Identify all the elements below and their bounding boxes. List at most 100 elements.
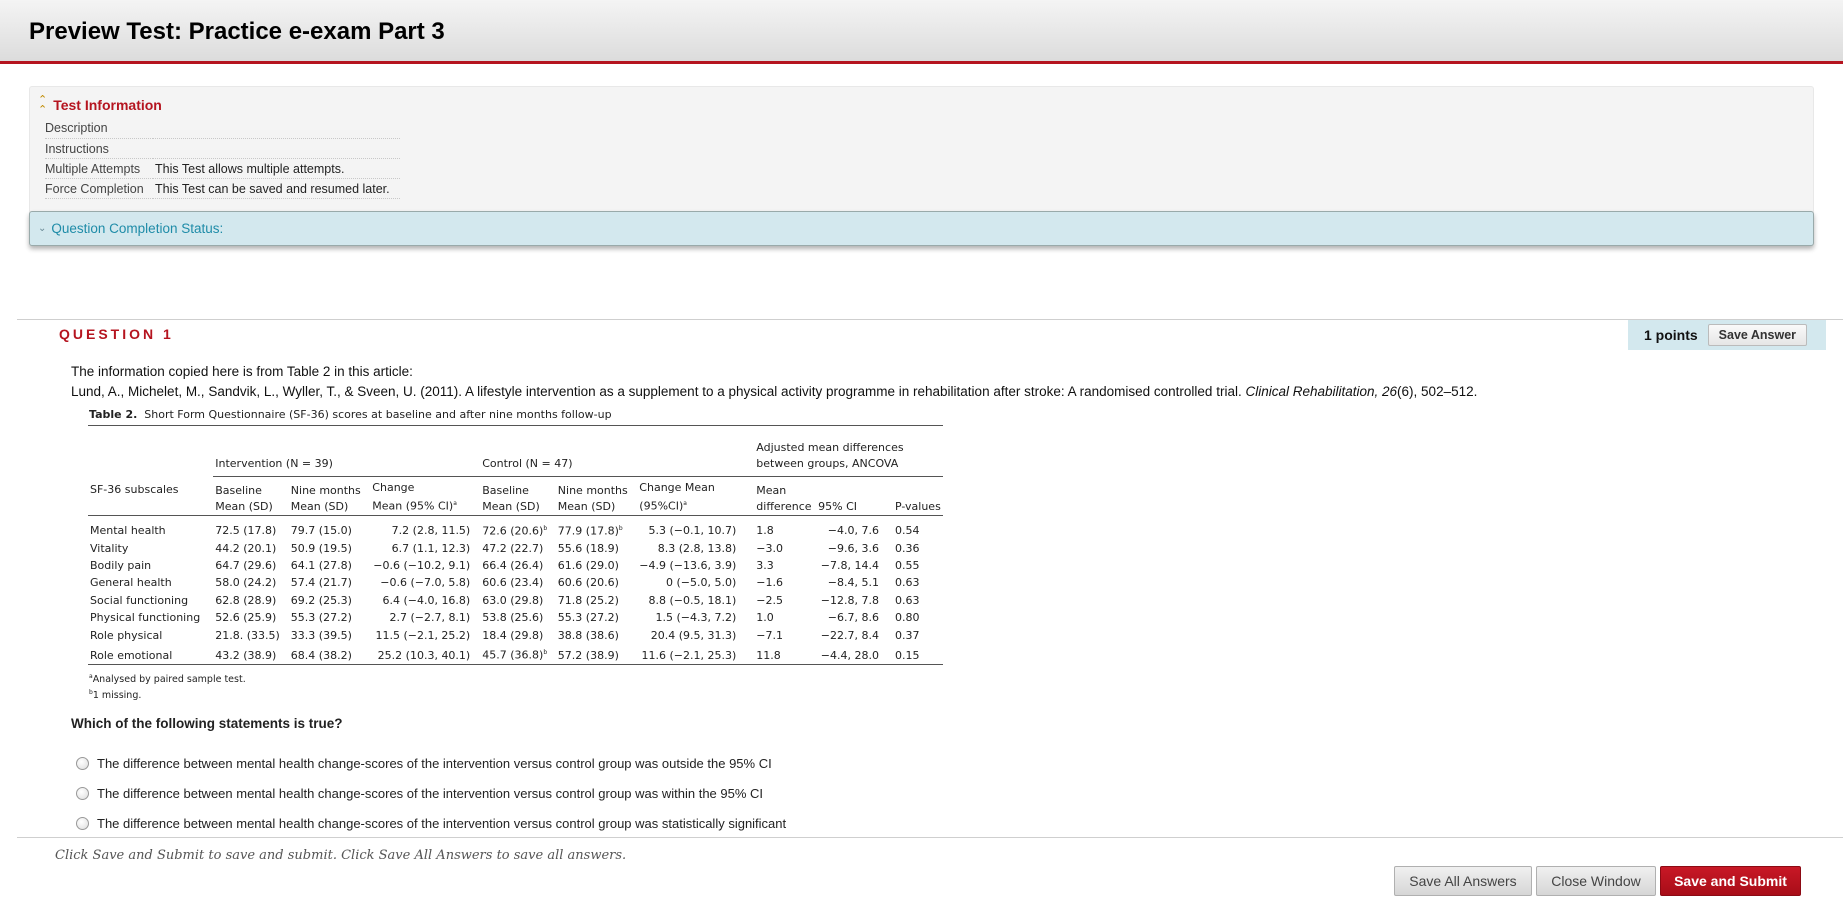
table-cell-c-baseline: 53.8 (25.6) <box>482 611 544 625</box>
table-cell-ci: −22.7, 8.4 <box>820 628 879 642</box>
table-cell-p: 0.37 <box>894 628 920 642</box>
table-cell-c-change: 8.3 (2.8, 13.8) <box>657 541 737 555</box>
table-cell-subscale: Mental health <box>90 524 166 538</box>
table-cell-p: 0.36 <box>894 541 920 555</box>
table-cell-ci: −12.8, 7.8 <box>820 593 879 607</box>
table-cell-i-baseline: 44.2 (20.1) <box>215 541 277 555</box>
group-header-control: Control (N = 47) <box>476 439 751 477</box>
table-row: Role physical 21.8. (33.5) 33.3 (39.5) 11.5… <box>88 627 943 644</box>
table-cell-p: 0.15 <box>894 648 920 662</box>
save-answer-button[interactable]: Save Answer <box>1707 324 1808 346</box>
answer-option-3[interactable]: The difference between mental health cha… <box>76 816 786 831</box>
info-label: Instructions <box>45 138 153 159</box>
col-header-c-baseline: Baseline Mean (SD) <box>482 483 540 513</box>
table-cell-c-nine: 61.6 (29.0) <box>557 558 619 572</box>
table-row: Mental health 72.5 (17.8) 79.7 (15.0) 7.2 (… <box>88 515 943 540</box>
table-cell-c-baseline: 18.4 (29.8) <box>482 628 544 642</box>
radio-button[interactable] <box>76 787 89 800</box>
ancova-header-line-2: between groups, ANCOVA <box>756 456 899 470</box>
ancova-header-line-1: Adjusted mean differences <box>756 440 904 454</box>
info-value: This Test can be saved and resumed later… <box>153 178 400 199</box>
citation-main: Lund, A., Michelet, M., Sandvik, L., Wyl… <box>71 384 1246 399</box>
table-cell-i-change: 11.5 (−2.1, 25.2) <box>375 628 471 642</box>
table-cell-subscale: Vitality <box>90 541 129 555</box>
table-cell-c-nine: 71.8 (25.2) <box>557 593 619 607</box>
table-cell-mean-diff: 1.0 <box>756 611 774 625</box>
table-cell-p: 0.63 <box>894 576 920 590</box>
col-header-c-change: Change Mean (95%CI)a <box>639 480 715 513</box>
table-image: Table 2. Short Form Questionnaire (SF-36… <box>88 408 943 702</box>
table-cell-c-change: −4.9 (−13.6, 3.9) <box>639 558 737 572</box>
table-cell-i-nine: 57.4 (21.7) <box>290 576 352 590</box>
table-body: Mental health 72.5 (17.8) 79.7 (15.0) 7.2 (… <box>88 515 943 665</box>
table-cell-p: 0.55 <box>894 558 920 572</box>
info-label: Description <box>45 118 153 139</box>
table-cell-mean-diff: −2.5 <box>756 593 784 607</box>
test-information-toggle[interactable]: ⌃ ⌃ Test Information <box>38 94 162 116</box>
table-cell-mean-diff: 1.8 <box>756 524 774 538</box>
table-cell-c-baseline: 60.6 (23.4) <box>482 576 544 590</box>
table-cell-mean-diff: −3.0 <box>756 541 784 555</box>
table-cell-mean-diff: −1.6 <box>756 576 784 590</box>
question-completion-status-toggle[interactable]: ⌄ Question Completion Status: <box>29 211 1814 246</box>
table-cell-c-baseline: 66.4 (26.4) <box>482 558 544 572</box>
save-and-submit-button[interactable]: Save and Submit <box>1660 866 1801 896</box>
col-header-i-nine: Nine months Mean (SD) <box>290 483 361 513</box>
answer-option-text: The difference between mental health cha… <box>97 786 764 801</box>
table-cell-i-nine: 55.3 (27.2) <box>290 611 352 625</box>
info-label: Multiple Attempts <box>45 158 153 179</box>
table-cell-subscale: Role emotional <box>90 648 173 662</box>
table-cell-i-baseline: 64.7 (29.6) <box>215 558 277 572</box>
col-header-subscale: SF-36 subscales <box>90 483 179 496</box>
answer-option-2[interactable]: The difference between mental health cha… <box>76 786 763 801</box>
table-cell-mean-diff: 11.8 <box>756 648 781 662</box>
answer-option-1[interactable]: The difference between mental health cha… <box>76 756 772 771</box>
table-cell-subscale: Physical functioning <box>90 611 201 625</box>
test-information-panel: ⌃ ⌃ Test Information Description Instruct… <box>29 86 1814 214</box>
table-cell-ci: −6.7, 8.6 <box>827 611 879 625</box>
table-cell-i-baseline: 72.5 (17.8) <box>215 524 277 538</box>
info-value <box>153 138 400 159</box>
table-cell-c-change: 0 (−5.0, 5.0) <box>666 576 737 590</box>
table-cell-subscale: Bodily pain <box>90 558 152 572</box>
table-cell-c-nine: 57.2 (38.9) <box>557 648 619 662</box>
table-cell-i-nine: 50.9 (19.5) <box>290 541 352 555</box>
group-header-ancova: Adjusted mean differences between groups… <box>750 439 943 477</box>
table-cell-c-nine: 38.8 (38.6) <box>557 628 619 642</box>
table-caption: Table 2. Short Form Questionnaire (SF-36… <box>88 408 943 421</box>
test-information-title: Test Information <box>53 97 162 113</box>
question-prompt: Which of the following statements is tru… <box>71 716 343 731</box>
table-cell-mean-diff: 3.3 <box>756 558 774 572</box>
table-cell-i-change: 7.2 (2.8, 11.5) <box>391 524 471 538</box>
info-row-description: Description <box>45 118 400 139</box>
table-cell-subscale: General health <box>90 576 172 590</box>
question-completion-status-label: Question Completion Status: <box>51 221 224 236</box>
table-cell-c-change: 5.3 (−0.1, 10.7) <box>648 524 737 538</box>
info-value: This Test allows multiple attempts. <box>153 158 400 179</box>
info-row-multiple-attempts: Multiple Attempts This Test allows multi… <box>45 158 400 179</box>
footer-divider <box>17 837 1843 838</box>
table-cell-i-baseline: 62.8 (28.9) <box>215 593 277 607</box>
question-points-box: 1 points Save Answer <box>1628 320 1826 350</box>
double-chevron-up-icon: ⌃ ⌃ <box>38 94 48 116</box>
page-title: Preview Test: Practice e-exam Part 3 <box>29 18 445 45</box>
radio-button[interactable] <box>76 757 89 770</box>
info-label: Force Completion <box>45 178 153 199</box>
table-row: Role emotional 43.2 (38.9) 68.4 (38.2) 25.2… <box>88 644 943 665</box>
info-row-force-completion: Force Completion This Test can be saved … <box>45 178 400 199</box>
col-header-i-change: Change Mean (95% CI)a <box>372 480 457 513</box>
table-cell-c-change: 1.5 (−4.3, 7.2) <box>655 611 737 625</box>
col-header-p: P-values <box>894 499 941 513</box>
table-cell-i-change: −0.6 (−10.2, 9.1) <box>373 558 471 572</box>
table-cell-ci: −4.0, 7.6 <box>827 524 879 538</box>
radio-button[interactable] <box>76 817 89 830</box>
save-all-answers-button[interactable]: Save All Answers <box>1394 866 1532 896</box>
test-information-table: Description Instructions Multiple Attemp… <box>45 118 400 199</box>
table-cell-ci: −9.6, 3.6 <box>827 541 879 555</box>
table-cell-mean-diff: −7.1 <box>756 628 784 642</box>
group-header-intervention: Intervention (N = 39) <box>213 439 477 477</box>
table-cell-i-nine: 79.7 (15.0) <box>290 524 352 538</box>
table-cell-p: 0.80 <box>894 611 920 625</box>
close-window-button[interactable]: Close Window <box>1536 866 1656 896</box>
table-cell-ci: −4.4, 28.0 <box>820 648 879 662</box>
